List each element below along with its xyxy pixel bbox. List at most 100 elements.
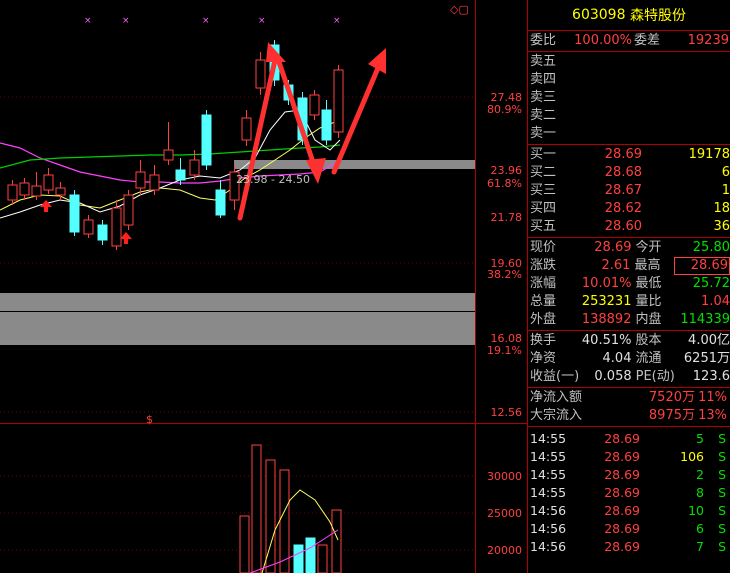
candle-body [97,224,108,241]
signal-marker: × [84,16,92,26]
order-book-row[interactable]: 买三 28.67 1 [528,182,730,200]
tick-row[interactable]: 14:55 28.69 106 S [528,448,730,466]
quote-value: 28.69 [673,257,730,275]
stat-value: 4.04 [602,351,632,366]
order-book-row[interactable]: 卖四 [528,71,730,89]
tick-volume: 5 [696,431,704,446]
buy-signal-icon [120,232,132,244]
quote-label: 量比 [635,294,662,309]
candle-body [189,159,200,176]
order-volume: 18 [713,201,730,216]
quote-value: 1.04 [701,294,730,309]
stat-row: 净资 4.04 流通 6251万 [528,350,730,368]
tick-volume: 8 [696,485,704,500]
order-book-row[interactable]: 卖一 [528,125,730,143]
chart-corner-icons[interactable]: ◇▢ [450,3,469,16]
order-level-label: 卖一 [530,126,557,141]
stock-header: 603098 森特股份 [528,0,730,31]
candle-body [83,219,94,235]
tick-price: 28.69 [604,449,640,464]
tick-side: S [718,539,726,554]
fund-flow-pct: 11% [698,390,727,405]
bid-book: 买一 28.69 19178 买二 28.68 6 买三 28.67 1 买四 28.62 18 买五 2… [528,145,730,238]
quote-value: 253231 [581,294,632,309]
tick-row[interactable]: 14:55 28.69 2 S [528,466,730,484]
order-ratio-row: 委比 100.00% 委差 19239 [528,31,730,52]
stat-value: 4.00亿 [688,333,730,348]
price-axis-label: 12.56 [491,406,523,419]
buy-signal-icon [40,200,52,212]
signal-marker: × [258,16,266,26]
order-book-row[interactable]: 买二 28.68 6 [528,164,730,182]
candle-body [175,169,186,181]
stat-row: 换手 40.51% 股本 4.00亿 [528,332,730,350]
price-axis-label: 23.96 [491,164,523,177]
volume-axis: 30000 25000 20000 [487,470,522,557]
quote-label: 内盘 [635,312,662,327]
order-book-row[interactable]: 卖五 [528,53,730,71]
quote-label: 总量 [530,294,557,309]
tick-row[interactable]: 14:55 28.69 5 S [528,430,730,448]
fund-flow-row: 大宗流入 8975万 13% [528,407,730,425]
stat-value: 0.058 [594,369,632,384]
quote-row: 外盘 138892 内盘 114339 [528,311,730,329]
candle-body [149,174,160,191]
tick-side: S [718,431,726,446]
volume-axis-label: 20000 [487,544,522,557]
order-price: 28.67 [604,183,642,198]
tick-row[interactable]: 14:55 28.69 8 S [528,484,730,502]
fund-flow-value: 7520万 [648,390,695,405]
stat-label: 股本 [635,333,662,348]
fund-flow-label: 大宗流入 [530,408,583,423]
stat-label: 流通 [635,351,662,366]
tick-list[interactable]: 14:55 28.69 5 S 14:55 28.69 106 S 14:55 28.69 2 S 14… [528,427,730,556]
order-book-row[interactable]: 买一 28.69 19178 [528,146,730,164]
quote-value: 10.01% [581,276,632,291]
tick-price: 28.69 [604,467,640,482]
signal-marker: × [202,16,210,26]
stat-value: 123.6 [692,369,730,384]
order-book-row[interactable]: 卖三 [528,89,730,107]
candle-body [309,94,320,116]
tick-time: 14:56 [530,539,567,554]
candle-body [215,189,226,216]
kline-chart[interactable]: × × × × × 23.98 - 24.50 $ ◇▢ 27.4880.9%2… [0,0,527,573]
order-book-row[interactable]: 买五 28.60 36 [528,218,730,236]
signal-marker: × [122,16,130,26]
tick-volume: 2 [696,467,704,482]
weicha-label: 委差 [634,33,661,48]
gap-band [234,160,475,169]
tick-side: S [718,467,726,482]
signal-marker: × [333,16,341,26]
tick-time: 14:55 [530,431,567,446]
fund-flow-pct: 13% [698,408,727,423]
stat-row: 收益(一) 0.058 PE(动) 123.6 [528,368,730,386]
quote-label: 现价 [530,240,557,255]
price-axis-label: 61.8% [487,177,522,190]
quote-value: 28.69 [594,240,632,255]
order-book-row[interactable]: 卖二 [528,107,730,125]
stat-label: 收益(一) [530,369,580,384]
quote-label: 最高 [634,258,661,273]
order-level-label: 买四 [530,201,557,216]
volume-axis-label: 30000 [487,470,522,483]
tick-volume: 106 [680,449,704,464]
volume-axis-label: 25000 [487,507,522,520]
tick-row[interactable]: 14:56 28.69 6 S [528,520,730,538]
tick-row[interactable]: 14:56 28.69 7 S [528,538,730,556]
order-volume: 1 [721,183,730,198]
fund-flow-row: 净流入额 7520万 11% [528,389,730,407]
quote-row: 涨跌 2.61 最高 28.69 [528,257,730,275]
tick-row[interactable]: 14:56 28.69 10 S [528,502,730,520]
order-price: 28.60 [604,219,642,234]
volume-bar [239,515,250,573]
candle-body [255,59,266,89]
order-book-row[interactable]: 买四 28.62 18 [528,200,730,218]
candle-body [19,182,30,196]
order-price: 28.69 [604,147,642,162]
candle-body [135,171,146,189]
tick-price: 28.69 [604,485,640,500]
candle-body [321,109,332,141]
order-level-label: 买二 [530,165,557,180]
tick-price: 28.69 [604,503,640,518]
